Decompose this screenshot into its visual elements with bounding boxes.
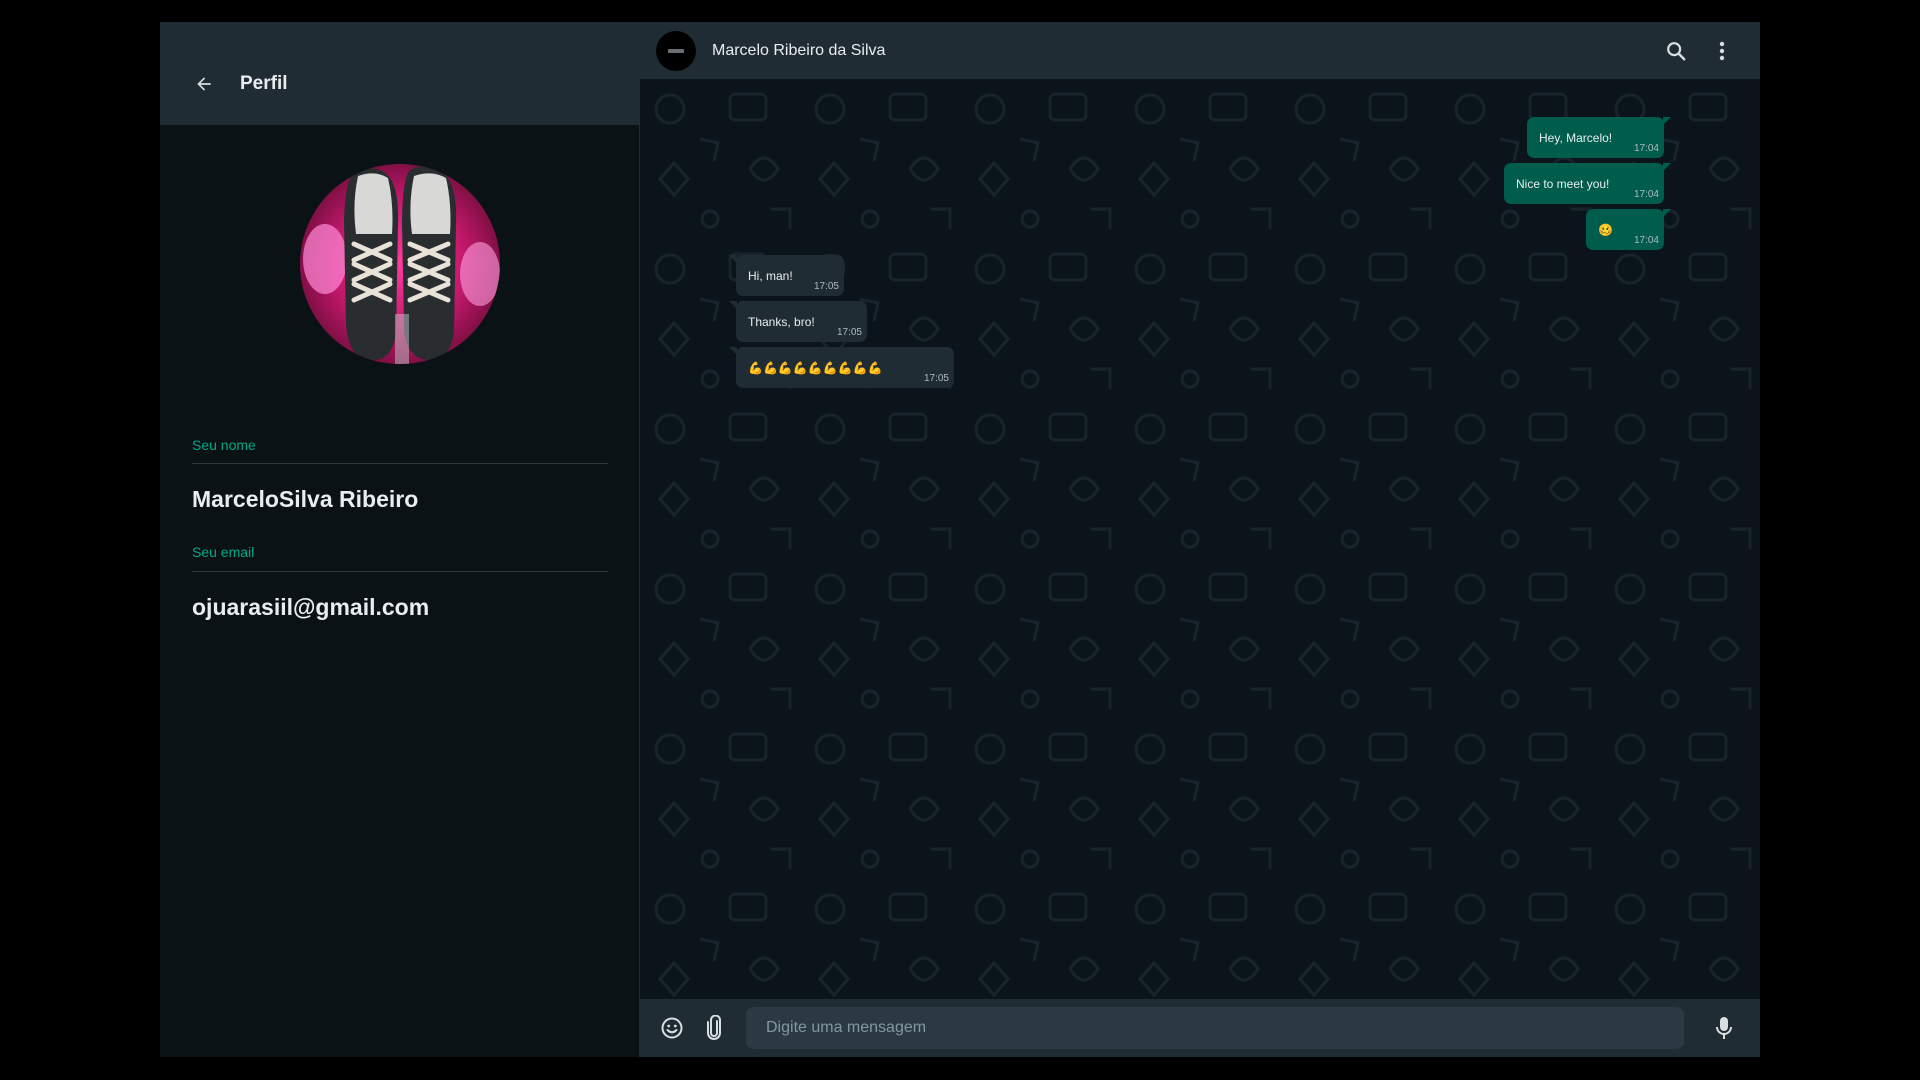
message-list: Hey, Marcelo! 17:04 Nice to meet you! 17… [640,79,1760,999]
back-arrow-icon[interactable] [192,72,216,96]
message-bubble-incoming[interactable]: Thanks, bro! 17:05 [729,301,867,342]
message-text: 🥴 [1598,223,1613,237]
contact-name[interactable]: Marcelo Ribeiro da Silva [712,42,885,60]
message-bubble-outgoing[interactable]: Nice to meet you! 17:04 [1504,163,1671,204]
email-value[interactable]: ojuarasiil@gmail.com [192,594,429,621]
message-text: Hey, Marcelo! [1539,131,1613,145]
name-value[interactable]: MarceloSilva Ribeiro [192,486,418,513]
message-bubble-outgoing[interactable]: 🥴 17:04 [1586,209,1671,250]
message-time: 17:04 [1633,189,1659,200]
profile-title: Perfil [240,72,288,94]
message-bubble-incoming[interactable]: Hi, man! 17:05 [729,255,844,296]
message-text: 💪💪💪💪💪💪💪💪💪 [748,361,883,375]
search-icon[interactable] [1664,39,1688,63]
email-label: Seu email [192,544,255,560]
message-text: Thanks, bro! [748,315,815,329]
contact-avatar[interactable] [656,30,696,71]
message-time: 17:04 [1633,235,1659,246]
message-text: Hi, man! [748,269,793,283]
name-label: Seu nome [192,437,256,453]
chat-panel: Marcelo Ribeiro da Silva Hey, Marcelo! 1… [640,22,1760,1057]
email-divider [192,571,608,572]
paperclip-icon[interactable] [700,1014,728,1042]
message-time: 17:04 [1633,143,1659,154]
name-divider [192,463,608,464]
message-composer [640,999,1760,1057]
message-time: 17:05 [836,327,862,338]
message-input[interactable] [746,1007,1684,1049]
profile-header: Perfil [160,22,639,125]
message-time: 17:05 [923,373,949,384]
message-bubble-outgoing[interactable]: Hey, Marcelo! 17:04 [1527,117,1671,158]
profile-panel: Perfil Seu nome MarceloSilva Ribeiro Seu… [160,22,640,1057]
microphone-icon[interactable] [1710,1014,1738,1042]
message-time: 17:05 [813,281,839,292]
message-bubble-incoming[interactable]: 💪💪💪💪💪💪💪💪💪 17:05 [729,347,954,388]
kebab-menu-icon[interactable] [1710,39,1734,63]
message-text: Nice to meet you! [1516,177,1610,191]
profile-avatar[interactable] [300,164,500,364]
chat-header: Marcelo Ribeiro da Silva [640,22,1760,79]
app-window: Perfil Seu nome MarceloSilva Ribeiro Seu… [160,22,1760,1057]
emoji-icon[interactable] [658,1014,686,1042]
